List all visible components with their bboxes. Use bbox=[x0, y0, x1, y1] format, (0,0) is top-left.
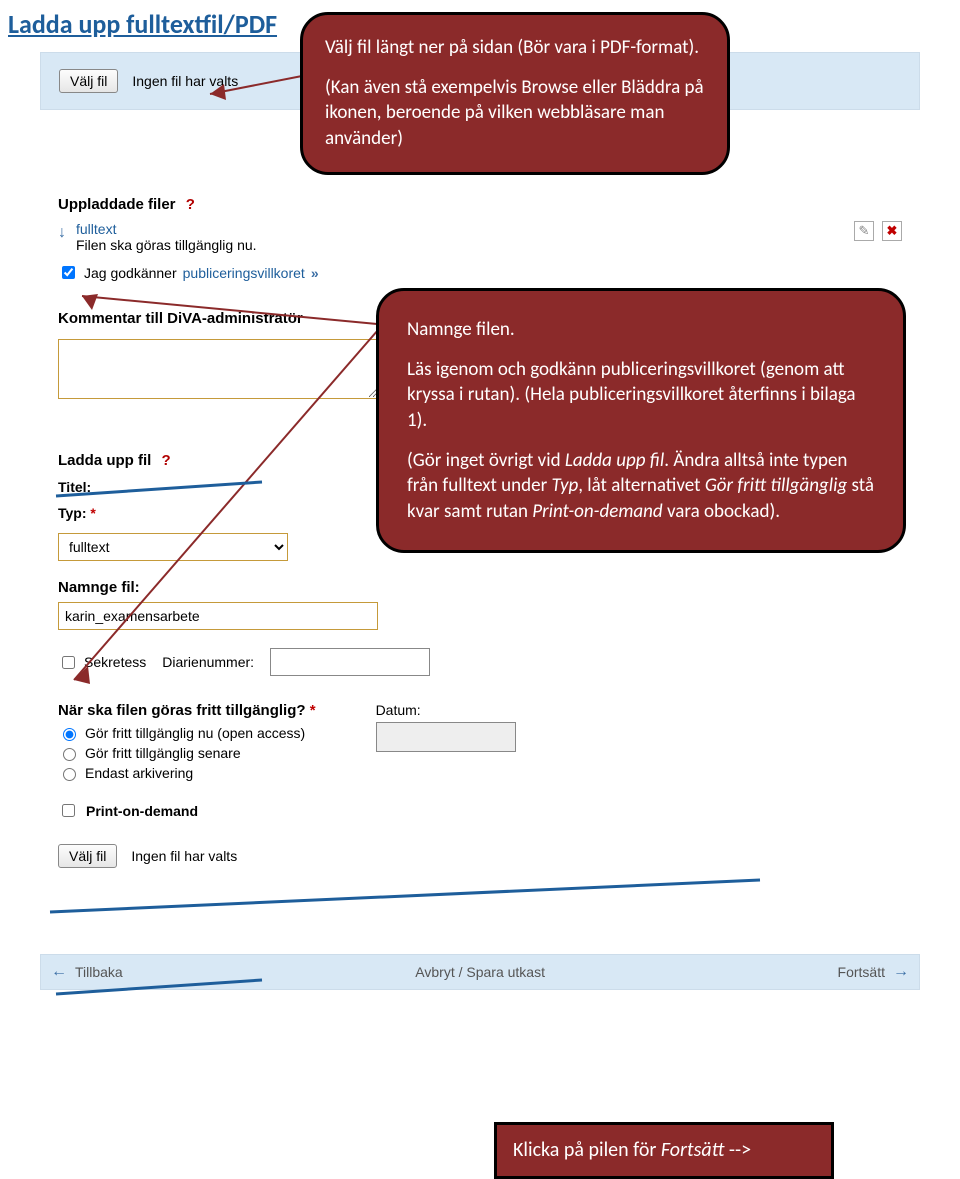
pod-row: Print-on-demand bbox=[58, 801, 902, 820]
diarienr-input[interactable] bbox=[270, 648, 430, 676]
callout-main-p3: (Gör inget övrigt vid Ladda upp fil. Änd… bbox=[407, 448, 875, 525]
diarienr-label: Diarienummer: bbox=[162, 654, 254, 670]
delete-icon[interactable]: ✖ bbox=[882, 221, 902, 241]
help-icon-2[interactable]: ? bbox=[162, 452, 171, 469]
titel-label: Titel: bbox=[58, 479, 118, 495]
file-description: Filen ska göras tillgänglig nu. bbox=[76, 237, 257, 253]
radio-open-access-input[interactable] bbox=[63, 728, 76, 741]
no-file-text: Ingen fil har valts bbox=[132, 73, 238, 89]
edit-icon[interactable]: ✎ bbox=[854, 221, 874, 241]
radio-later[interactable]: Gör fritt tillgänglig senare bbox=[58, 745, 316, 761]
radio-open-access-label: Gör fritt tillgänglig nu (open access) bbox=[85, 725, 305, 741]
typ-label-text: Typ: bbox=[58, 505, 87, 521]
radio-archive[interactable]: Endast arkivering bbox=[58, 765, 316, 781]
no-file-text-2: Ingen fil har valts bbox=[131, 848, 237, 864]
download-icon[interactable]: ↓ bbox=[58, 224, 66, 242]
consent-row: Jag godkänner publiceringsvillkoret » bbox=[58, 263, 902, 282]
sekretess-row: Sekretess Diarienummer: bbox=[58, 648, 902, 676]
callout-main-p1: Namnge filen. bbox=[407, 317, 875, 343]
callout-choose-file-p1: Välj fil längt ner på sidan (Bör vara i … bbox=[325, 35, 705, 61]
datum-input[interactable] bbox=[376, 722, 516, 752]
bottom-bar: ← Tillbaka Avbryt / Spara utkast Fortsät… bbox=[40, 954, 920, 990]
radio-later-label: Gör fritt tillgänglig senare bbox=[85, 745, 241, 761]
back-button[interactable]: ← Tillbaka bbox=[51, 963, 123, 981]
uploaded-files-heading-text: Uppladdade filer bbox=[58, 196, 176, 213]
consent-prefix: Jag godkänner bbox=[84, 265, 177, 281]
namnge-label: Namnge fil: bbox=[58, 579, 902, 596]
bottom-choose-file-row: Välj fil Ingen fil har valts bbox=[58, 844, 902, 868]
radio-archive-label: Endast arkivering bbox=[85, 765, 193, 781]
availability-group: När ska filen göras fritt tillgänglig? *… bbox=[58, 682, 902, 781]
datum-label: Datum: bbox=[376, 702, 516, 718]
required-asterisk-typ: * bbox=[90, 505, 95, 521]
callout-fortsatt: Klicka på pilen för Fortsätt --> bbox=[494, 1122, 834, 1179]
file-name-link[interactable]: fulltext bbox=[76, 221, 257, 237]
pod-checkbox[interactable] bbox=[62, 804, 75, 817]
uploaded-file-row: ↓ fulltext Filen ska göras tillgänglig n… bbox=[58, 221, 902, 253]
pod-label: Print-on-demand bbox=[86, 803, 198, 819]
typ-select[interactable]: fulltext bbox=[58, 533, 288, 561]
sekretess-checkbox[interactable] bbox=[62, 656, 75, 669]
next-label: Fortsätt bbox=[838, 964, 885, 980]
required-asterisk-avail: * bbox=[310, 702, 316, 719]
choose-file-button[interactable]: Välj fil bbox=[59, 69, 118, 93]
ladda-upp-fil-text: Ladda upp fil bbox=[58, 452, 151, 469]
arrow-left-icon: ← bbox=[51, 963, 67, 981]
cancel-save-draft[interactable]: Avbryt / Spara utkast bbox=[415, 964, 545, 980]
comment-textarea[interactable] bbox=[58, 339, 378, 399]
uploaded-files-heading: Uppladdade filer ? bbox=[58, 196, 902, 213]
strike-when-available bbox=[40, 876, 770, 918]
back-label: Tillbaka bbox=[75, 964, 123, 980]
next-button[interactable]: Fortsätt → bbox=[838, 963, 909, 981]
chevron-icon: » bbox=[311, 265, 319, 281]
callout-choose-file: Välj fil längt ner på sidan (Bör vara i … bbox=[300, 12, 730, 175]
availability-heading-text: När ska filen göras fritt tillgänglig? bbox=[58, 702, 306, 719]
namnge-input[interactable] bbox=[58, 602, 378, 630]
radio-open-access[interactable]: Gör fritt tillgänglig nu (open access) bbox=[58, 725, 316, 741]
sekretess-label: Sekretess bbox=[84, 654, 146, 670]
arrow-right-icon: → bbox=[893, 963, 909, 981]
radio-archive-input[interactable] bbox=[63, 768, 76, 781]
consent-link[interactable]: publiceringsvillkoret bbox=[183, 265, 305, 281]
callout-choose-file-p2: (Kan även stå exempelvis Browse eller Bl… bbox=[325, 75, 705, 152]
radio-later-input[interactable] bbox=[63, 748, 76, 761]
file-actions: ✎ ✖ bbox=[854, 221, 902, 241]
help-icon[interactable]: ? bbox=[186, 196, 195, 213]
availability-heading: När ska filen göras fritt tillgänglig? * bbox=[58, 702, 316, 719]
callout-main-instructions: Namnge filen. Läs igenom och godkänn pub… bbox=[376, 288, 906, 553]
choose-file-button-2[interactable]: Välj fil bbox=[58, 844, 117, 868]
callout-main-p2: Läs igenom och godkänn publiceringsvillk… bbox=[407, 357, 875, 434]
typ-label: Typ: * bbox=[58, 505, 118, 521]
consent-checkbox[interactable] bbox=[62, 266, 75, 279]
